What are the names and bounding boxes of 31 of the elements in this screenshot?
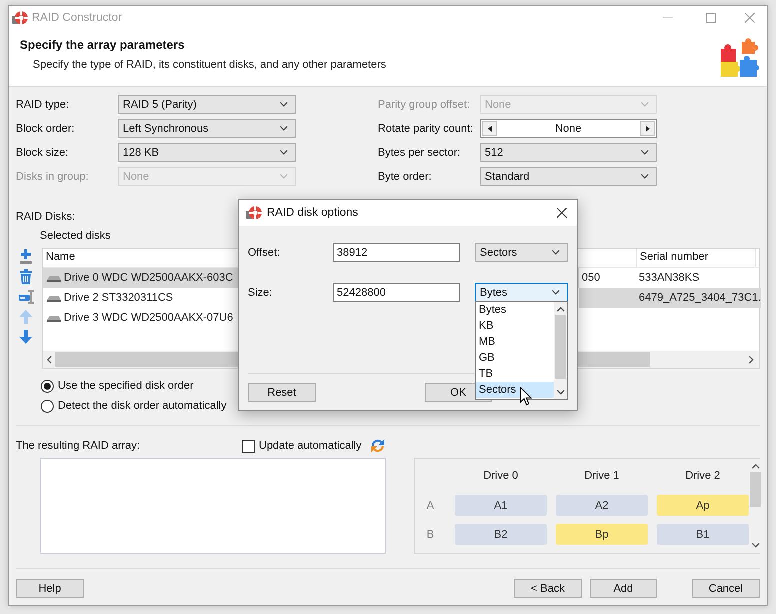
- list-label: Selected disks: [40, 229, 111, 243]
- block-tile: Ap: [657, 495, 749, 516]
- column-header: Drive 1: [584, 470, 620, 482]
- field-label: RAID type:: [16, 98, 70, 110]
- page-title: Specify the array parameters: [20, 37, 186, 53]
- column-header: Drive 2: [686, 470, 720, 482]
- page-subtitle: Specify the type of RAID, its constituent disks, and any other parameters: [33, 58, 386, 72]
- field-label: Bytes per sector:: [378, 146, 462, 158]
- field-label: Block order:: [16, 122, 76, 134]
- block-tile: A2: [556, 495, 648, 516]
- block-tile: A1: [455, 495, 547, 516]
- block-tile: B2: [455, 524, 547, 545]
- field-label: Offset:: [248, 246, 280, 258]
- block-tile: Bp: [556, 524, 648, 545]
- window-title: RAID Constructor: [32, 12, 122, 24]
- section-label: The resulting RAID array:: [16, 440, 140, 452]
- table-cell-text: 533AN38KS: [638, 271, 701, 286]
- field-label: Byte order:: [378, 170, 433, 182]
- field-label: Disks in group:: [16, 170, 90, 182]
- row-label: A: [426, 500, 434, 512]
- table-cell: 6479_A725_3404_73C1.: [636, 288, 762, 308]
- table-cell-text: 050: [581, 271, 602, 286]
- block-tile: B1: [657, 524, 749, 545]
- field-label: Rotate parity count:: [378, 122, 474, 134]
- dialog-title: RAID disk options: [267, 207, 358, 219]
- field-label: Parity group offset:: [378, 98, 472, 110]
- column-header: Drive 0: [484, 470, 518, 482]
- row-label: B: [426, 528, 434, 540]
- field-label: Size:: [248, 286, 272, 298]
- field-label: Block size:: [16, 146, 70, 158]
- section-label: RAID Disks:: [16, 210, 76, 224]
